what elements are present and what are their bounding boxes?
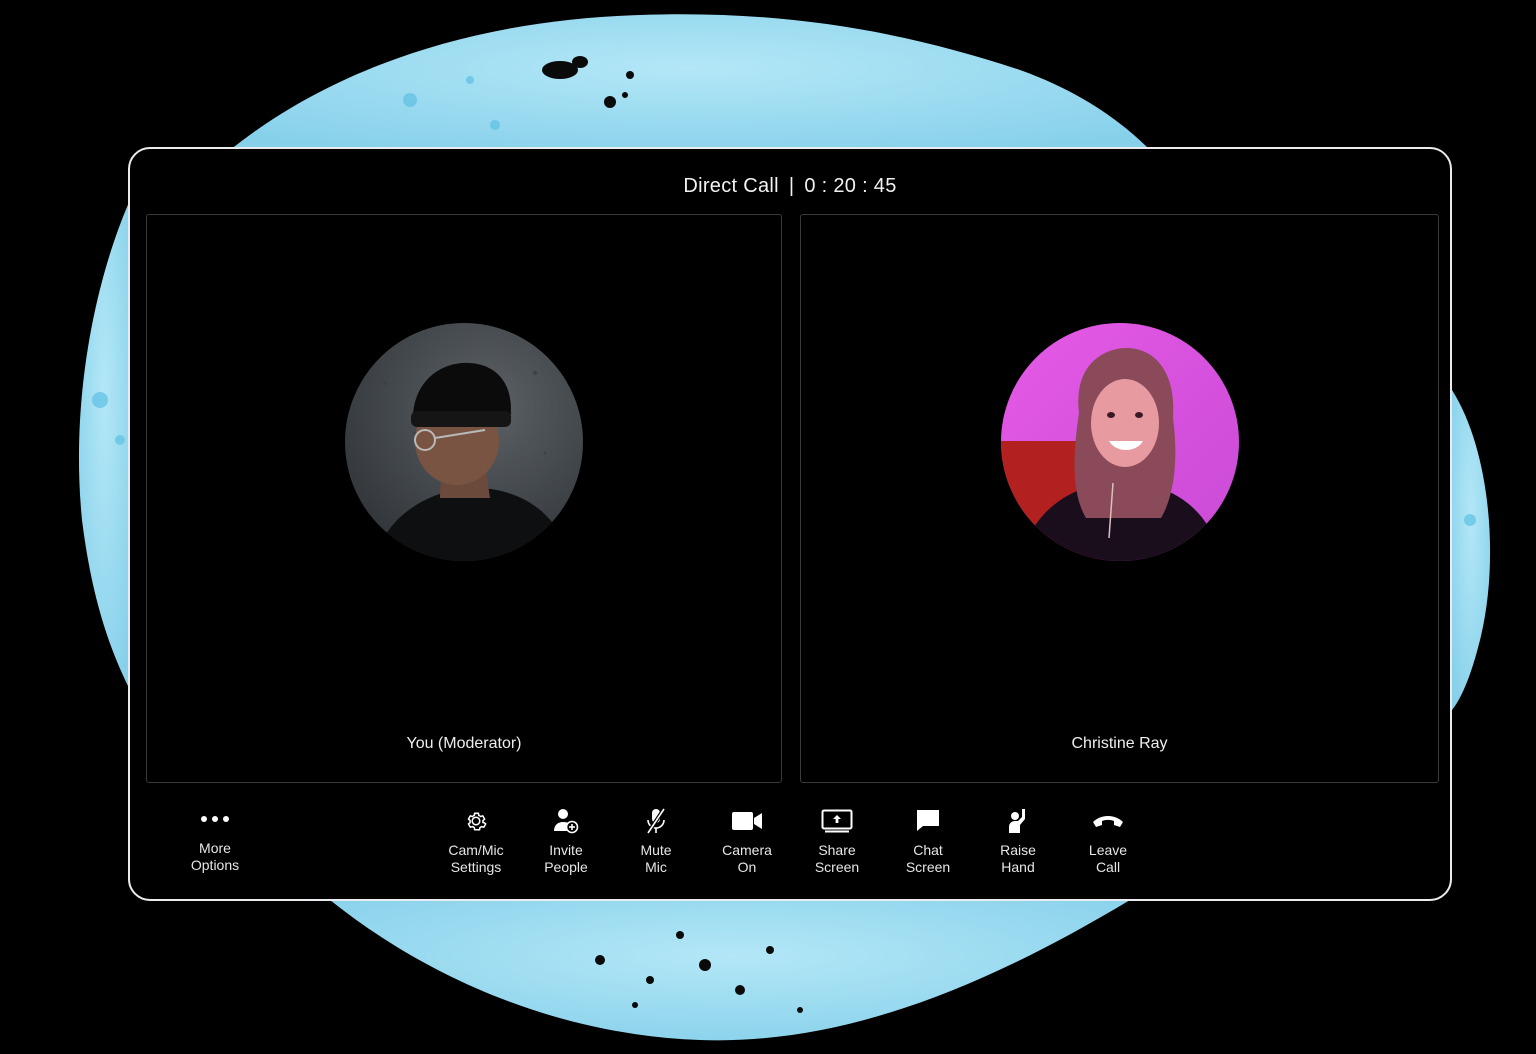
participant-tile-christine[interactable]: Christine Ray [800,214,1439,783]
smiling-woman-avatar [1000,323,1239,561]
chat-screen-button[interactable]: Chat Screen [883,804,973,876]
button-label: More [199,840,231,856]
button-label: Call [1095,859,1121,875]
call-window: Direct Call | 0 : 20 : 45 You (Moderator… [128,147,1452,901]
button-label: Invite [549,842,583,858]
invite-people-button[interactable]: Invite People [521,804,611,876]
camera-on-button[interactable]: Camera On [702,804,792,876]
button-label: On [737,859,757,875]
avatar [1000,323,1239,561]
header-separator: | [788,175,795,197]
button-label: Options [190,857,240,873]
button-label: Cam/Mic [448,842,504,858]
more-options-button[interactable]: More Options [170,802,260,874]
button-label: Settings [450,859,502,875]
call-header: Direct Call | 0 : 20 : 45 [130,175,1450,198]
avatar [345,323,583,561]
button-label: Hand [1001,859,1035,875]
man-in-beanie-avatar [345,323,583,561]
call-type: Direct Call [683,175,779,197]
button-label: Mic [645,859,667,875]
mute-mic-button[interactable]: Mute Mic [611,804,701,876]
phone-hangup-icon [1063,804,1153,838]
participant-name: You (Moderator) [406,735,522,752]
video-camera-icon [702,804,792,838]
share-screen-icon [792,804,882,838]
mic-off-icon [611,804,701,838]
raise-hand-button[interactable]: Raise Hand [973,804,1063,876]
button-label: Leave [1088,842,1128,858]
cam-mic-settings-button[interactable]: Cam/Mic Settings [431,804,521,876]
more-dots-icon [170,802,260,836]
button-label: Share [818,842,856,858]
button-label: People [544,859,588,875]
button-label: Chat [913,842,943,858]
raise-hand-icon [973,804,1063,838]
chat-bubble-icon [883,804,973,838]
button-label: Screen [905,859,951,875]
button-label: Screen [814,859,860,875]
share-screen-button[interactable]: Share Screen [792,804,882,876]
add-person-icon [521,804,611,838]
participant-name: Christine Ray [1071,735,1168,752]
button-label: Camera [722,842,772,858]
call-timer: 0 : 20 : 45 [804,175,897,197]
button-label: Mute [640,842,672,858]
leave-call-button[interactable]: Leave Call [1063,804,1153,876]
gear-icon [431,804,521,838]
participant-tile-self[interactable]: You (Moderator) [146,214,782,783]
button-label: Raise [1000,842,1036,858]
